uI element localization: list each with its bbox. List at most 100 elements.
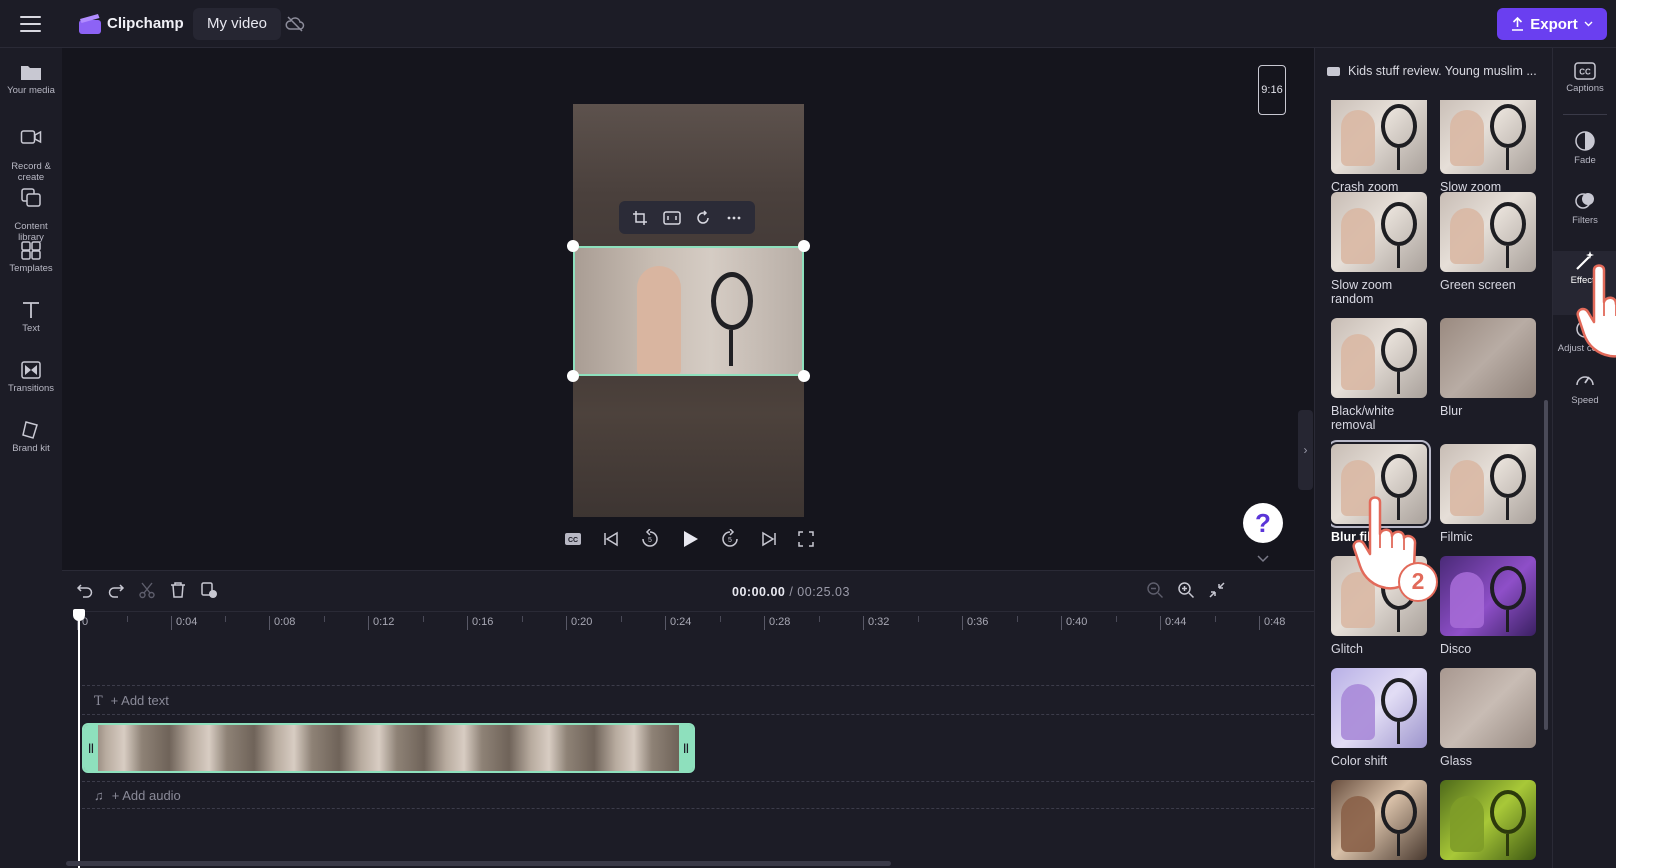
pointer-hand-icon — [1576, 264, 1616, 358]
tick-label: 0:12 — [367, 616, 395, 630]
clipchamp-editor: Clipchamp My video Export Your media Rec… — [0, 0, 1616, 868]
effect-blur[interactable]: Blur — [1440, 318, 1536, 418]
playback-controls: CC 5 5 — [564, 526, 814, 552]
effect-thumbnail — [1440, 318, 1536, 398]
effect-color-shift[interactable]: Color shift — [1331, 668, 1427, 768]
export-button[interactable]: Export — [1497, 8, 1607, 40]
trim-handle-left[interactable]: || — [84, 725, 98, 771]
tick-label: 0:48 — [1258, 616, 1286, 630]
resize-handle[interactable] — [798, 370, 810, 382]
nav-record-create[interactable]: Record & create — [0, 116, 62, 183]
svg-text:CC: CC — [1579, 68, 1591, 77]
rail-label: Speed — [1571, 395, 1599, 406]
captions-icon: CC — [1574, 62, 1596, 80]
text-track[interactable]: T + Add text — [82, 685, 1314, 715]
trim-handle-right[interactable]: || — [679, 725, 693, 771]
hamburger-menu-icon[interactable] — [20, 16, 41, 32]
aspect-ratio-button[interactable]: 9:16 — [1258, 65, 1286, 115]
effect-black-white-removal[interactable]: Black/white removal — [1331, 318, 1427, 432]
upload-icon — [1512, 17, 1524, 31]
help-button[interactable]: ? — [1243, 503, 1283, 543]
skip-forward-icon[interactable] — [760, 531, 778, 547]
tick-label: 0:04 — [170, 616, 198, 630]
effects-panel: Kids stuff review. Young muslim ... Cras… — [1314, 48, 1552, 868]
timeline-ruler[interactable]: 0 0:04 0:08 0:12 0:16 0:20 0:24 0:28 0:3… — [76, 611, 1314, 637]
collapse-right-panel-button[interactable]: › — [1298, 410, 1313, 490]
rail-speed[interactable]: Speed — [1553, 370, 1616, 406]
crop-icon[interactable] — [632, 210, 648, 226]
rail-filters[interactable]: Filters — [1553, 190, 1616, 226]
rotate-icon[interactable] — [695, 209, 711, 226]
app-name: Clipchamp — [107, 15, 184, 32]
zoom-in-icon[interactable] — [1177, 581, 1195, 599]
zoom-out-icon[interactable] — [1146, 581, 1164, 599]
undo-icon[interactable] — [76, 581, 94, 599]
nav-templates[interactable]: Templates — [0, 240, 62, 274]
rail-fade[interactable]: Fade — [1553, 130, 1616, 166]
top-bar: Clipchamp My video Export — [0, 0, 1616, 48]
effect-thumbnail — [1440, 556, 1536, 636]
fullscreen-icon[interactable] — [798, 531, 814, 547]
clip-name: Kids stuff review. Young muslim ... — [1348, 64, 1537, 78]
effect-thumbnail — [1331, 318, 1427, 398]
playhead[interactable] — [73, 609, 85, 868]
nav-transitions[interactable]: Transitions — [0, 360, 62, 394]
resize-handle[interactable] — [567, 240, 579, 252]
skip-back-icon[interactable] — [602, 531, 620, 547]
fit-timeline-icon[interactable] — [1208, 581, 1226, 599]
nav-your-media[interactable]: Your media — [0, 62, 62, 96]
forward-5-icon[interactable]: 5 — [720, 529, 740, 549]
tick-label: 0:44 — [1159, 616, 1187, 630]
nav-content-library[interactable]: Content library — [0, 176, 62, 243]
play-icon[interactable] — [680, 529, 700, 549]
effects-grid: Crash zoom Slow zoom Slow zoom random Gr… — [1331, 100, 1541, 868]
effect-slow-zoom-random[interactable]: Slow zoom random — [1331, 192, 1427, 306]
effect-filmic[interactable]: Filmic — [1440, 444, 1536, 544]
resize-handle[interactable] — [567, 370, 579, 382]
effect-thumbnail — [1331, 780, 1427, 860]
more-options-icon[interactable] — [726, 210, 742, 226]
effect-slow-zoom[interactable]: Slow zoom — [1440, 100, 1536, 194]
redo-icon[interactable] — [107, 581, 125, 599]
rail-captions[interactable]: CC Captions — [1553, 62, 1616, 94]
rail-label: Filters — [1572, 215, 1598, 226]
effect-sketch[interactable] — [1331, 780, 1427, 860]
audio-track[interactable]: ♫ + Add audio — [82, 781, 1314, 809]
video-clip-track[interactable]: || || — [82, 723, 695, 773]
right-property-rail: CC Captions Fade Filters Effects Adjust … — [1552, 48, 1616, 868]
selected-clip-frame[interactable] — [573, 246, 804, 376]
templates-icon — [21, 241, 41, 260]
clipchamp-logo-icon — [79, 14, 101, 34]
split-scissors-icon[interactable] — [138, 581, 156, 599]
rewind-5-icon[interactable]: 5 — [640, 529, 660, 549]
effect-thumbnail — [1331, 668, 1427, 748]
captions-toggle-icon[interactable]: CC — [564, 532, 582, 546]
fade-icon — [1575, 131, 1595, 151]
add-audio-label: + Add audio — [111, 788, 181, 803]
effect-thumbnail — [1440, 100, 1536, 174]
nav-label: Brand kit — [12, 443, 50, 454]
timeline-scrollbar[interactable] — [66, 861, 891, 866]
svg-text:5: 5 — [648, 537, 652, 544]
project-title-button[interactable]: My video — [193, 8, 282, 40]
nav-text[interactable]: Text — [0, 300, 62, 334]
effect-disco[interactable]: Disco — [1440, 556, 1536, 656]
nav-brand-kit[interactable]: Brand kit — [0, 420, 62, 454]
resize-handle[interactable] — [798, 240, 810, 252]
duplicate-icon[interactable] — [200, 581, 218, 599]
effect-thumbnail — [1331, 192, 1427, 272]
delete-icon[interactable] — [169, 581, 187, 599]
woman-figure — [637, 266, 681, 374]
timecode-display: 00:00.00 / 00:25.03 — [691, 585, 891, 599]
text-icon — [23, 302, 39, 318]
fit-icon[interactable] — [663, 210, 681, 225]
chevron-down-icon[interactable] — [1257, 555, 1269, 563]
effect-glass[interactable]: Glass — [1440, 668, 1536, 768]
effects-scrollbar[interactable] — [1544, 400, 1548, 730]
effect-crash-zoom[interactable]: Crash zoom — [1331, 100, 1427, 194]
svg-text:5: 5 — [728, 537, 732, 544]
effect-green-tint[interactable] — [1440, 780, 1536, 860]
current-time: 00:00.00 — [732, 585, 786, 599]
effect-green-screen[interactable]: Green screen — [1440, 192, 1536, 292]
nav-label: Templates — [9, 263, 53, 274]
